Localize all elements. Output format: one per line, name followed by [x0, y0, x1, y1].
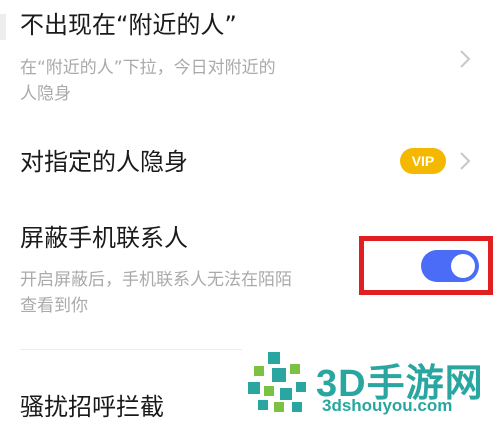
setting-description: 在“附近的人”下拉，今日对附近的 人隐身 [20, 58, 276, 104]
chevron-right-icon [460, 152, 471, 170]
watermark-url: 3dshouyou.com [322, 396, 453, 415]
setting-hide-from-nearby[interactable]: 不出现在“附近的人” 在“附近的人”下拉，今日对附近的 人隐身 [0, 0, 500, 115]
setting-title: 不出现在“附近的人” [20, 11, 237, 39]
setting-title: 屏蔽手机联系人 [20, 224, 188, 252]
setting-description: 开启屏蔽后，手机联系人无法在陌陌 查看到你 [20, 270, 292, 316]
block-contacts-toggle[interactable] [421, 250, 479, 282]
setting-title: 对指定的人隐身 [20, 148, 188, 176]
vip-badge: VIP [400, 148, 446, 174]
chevron-right-icon [460, 50, 471, 68]
watermark-logo-icon [248, 352, 306, 412]
toggle-knob [451, 254, 475, 278]
